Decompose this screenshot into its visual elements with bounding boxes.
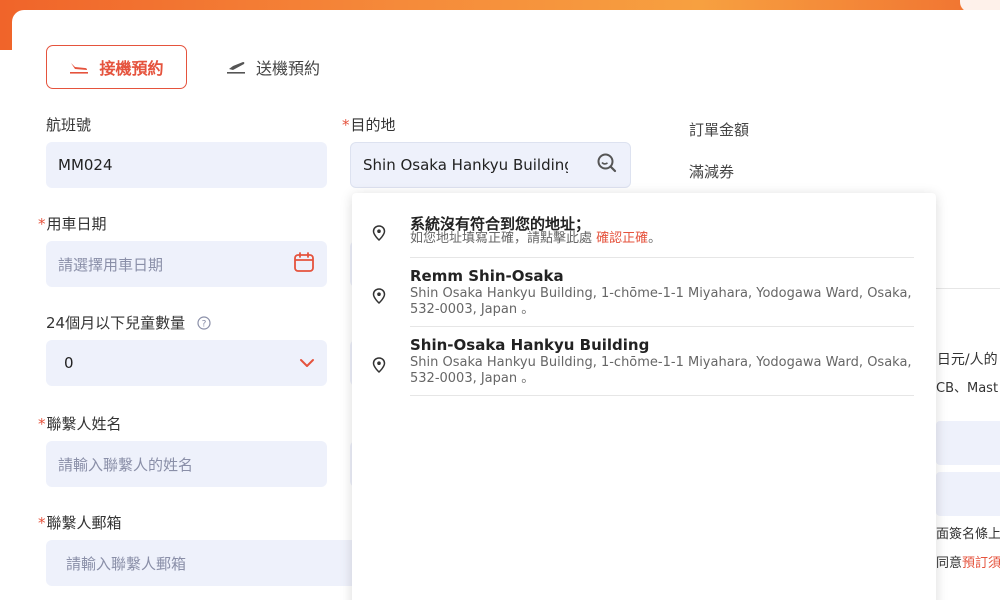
no-match-sub-text: 如您地址填寫正確，請點擊此處 xyxy=(410,231,593,246)
destination-suggestions: 系統沒有符合到您的地址； 如您地址填寫正確，請點擊此處 確認正確。 Remm S… xyxy=(352,193,936,600)
destination-label: * 目的地 xyxy=(342,114,396,135)
tab-dropoff[interactable]: 送機預約 xyxy=(226,45,346,89)
order-amount-label: 訂單金額 xyxy=(689,121,750,139)
calendar-icon[interactable] xyxy=(293,251,315,277)
agree-partial-text: 同意預訂須 xyxy=(936,552,1000,571)
plane-landing-icon xyxy=(69,60,89,74)
price-partial-text: 0日元/人的 xyxy=(928,352,998,368)
help-icon[interactable]: ? xyxy=(197,315,211,330)
email-label: * 聯繫人郵箱 xyxy=(38,512,122,533)
side-input-2[interactable] xyxy=(936,472,1000,516)
name-input[interactable]: 請輸入聯繫人的姓名 xyxy=(46,441,327,487)
tab-pickup-label: 接機預約 xyxy=(99,59,164,78)
flight-label-text: 航班號 xyxy=(46,116,92,134)
required-mark: * xyxy=(38,414,46,433)
coupon-label: 滿減券 xyxy=(689,163,735,181)
location-pin-icon xyxy=(372,288,386,308)
no-match-item[interactable]: 系統沒有符合到您的地址； 如您地址填寫正確，請點擊此處 確認正確。 xyxy=(352,193,936,257)
suggestion-address: Shin Osaka Hankyu Building, 1-chōme-1-1 … xyxy=(410,355,912,386)
tab-dropoff-label: 送機預約 xyxy=(256,59,321,78)
date-label-text: 用車日期 xyxy=(46,215,107,233)
plane-takeoff-icon xyxy=(226,60,246,74)
required-mark: * xyxy=(342,115,350,134)
suggestion-title: Shin-Osaka Hankyu Building xyxy=(410,336,650,354)
destination-input[interactable]: Shin Osaka Hankyu Building xyxy=(350,142,631,188)
suggestion-address: Shin Osaka Hankyu Building, 1-chōme-1-1 … xyxy=(410,286,912,317)
side-input-1[interactable] xyxy=(936,421,1000,465)
agree-prefix: 同意 xyxy=(936,556,963,571)
children-select[interactable]: 0 xyxy=(46,340,327,386)
cards-partial-text: CB、Mast xyxy=(936,381,999,396)
svg-text:?: ? xyxy=(202,319,207,329)
children-label-text: 24個月以下兒童數量 xyxy=(46,314,186,332)
destination-input-value: Shin Osaka Hankyu Building xyxy=(363,156,568,174)
required-mark: * xyxy=(38,214,46,233)
required-mark: * xyxy=(38,513,46,532)
signage-partial-text: 面簽名條上 xyxy=(936,527,1000,542)
email-label-text: 聯繫人郵箱 xyxy=(46,514,122,532)
agree-terms-link[interactable]: 預訂須 xyxy=(962,556,1000,571)
divider xyxy=(410,395,914,396)
location-pin-icon xyxy=(372,225,386,245)
date-input-placeholder: 請選擇用車日期 xyxy=(58,255,164,274)
children-label: 24個月以下兒童數量 ? xyxy=(46,312,211,333)
side-divider xyxy=(936,288,1000,289)
name-label: * 聯繫人姓名 xyxy=(38,413,122,434)
email-input-placeholder: 請輸入聯繫人郵箱 xyxy=(66,554,187,573)
no-match-sub: 如您地址填寫正確，請點擊此處 確認正確。 xyxy=(410,231,920,247)
children-select-value: 0 xyxy=(64,354,74,372)
name-label-text: 聯繫人姓名 xyxy=(46,415,122,433)
search-icon[interactable] xyxy=(596,152,618,178)
tab-pickup[interactable]: 接機預約 xyxy=(46,45,187,89)
suggestion-item[interactable]: Shin-Osaka Hankyu Building Shin Osaka Ha… xyxy=(352,327,936,395)
date-input[interactable]: 請選擇用車日期 xyxy=(46,241,327,287)
flight-input[interactable]: MM024 xyxy=(46,142,327,188)
destination-label-text: 目的地 xyxy=(350,116,396,134)
suggestion-title: Remm Shin-Osaka xyxy=(410,267,564,285)
flight-input-value: MM024 xyxy=(58,156,113,174)
no-match-end: 。 xyxy=(648,231,662,246)
confirm-correct-link[interactable]: 確認正確 xyxy=(596,231,648,246)
location-pin-icon xyxy=(372,357,386,377)
email-input[interactable]: 請輸入聯繫人郵箱 xyxy=(46,540,366,586)
chevron-down-icon xyxy=(299,354,315,372)
name-input-placeholder: 請輸入聯繫人的姓名 xyxy=(58,455,194,474)
date-label: * 用車日期 xyxy=(38,213,107,234)
flight-label: 航班號 xyxy=(46,114,91,135)
suggestion-item[interactable]: Remm Shin-Osaka Shin Osaka Hankyu Buildi… xyxy=(352,258,936,326)
